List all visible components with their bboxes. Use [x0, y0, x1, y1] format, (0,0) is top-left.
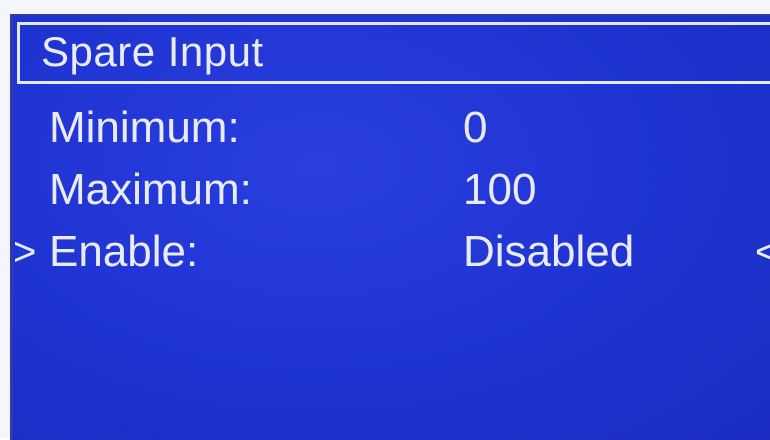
setting-label: Minimum:: [49, 103, 240, 152]
setting-value: 0: [463, 103, 488, 152]
setting-label: Maximum:: [49, 165, 252, 214]
lcd-screen: Spare Input Minimum: 0 Maximum: 100 > En…: [10, 14, 770, 440]
selection-marker-right: <: [755, 226, 770, 278]
setting-value: 100: [463, 165, 537, 214]
setting-row-minimum[interactable]: Minimum: 0: [13, 102, 770, 164]
setting-value: Disabled: [463, 227, 635, 276]
screen-title: Spare Input: [41, 28, 264, 75]
setting-row-enable[interactable]: > Enable: Disabled <: [13, 226, 770, 288]
selection-marker-left: >: [13, 230, 37, 274]
title-bar: Spare Input: [13, 16, 770, 86]
setting-label: Enable:: [49, 227, 199, 276]
setting-row-maximum[interactable]: Maximum: 100: [13, 164, 770, 226]
